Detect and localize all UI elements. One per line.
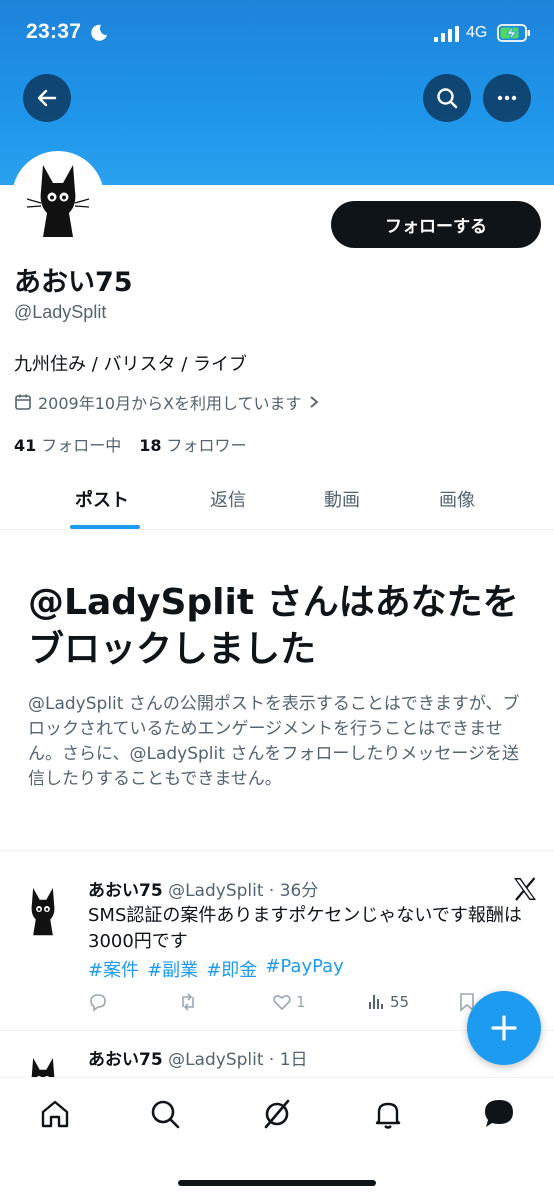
joined-date-row[interactable]: 2009年10月からXを利用しています	[14, 390, 320, 414]
calendar-icon	[15, 394, 31, 410]
bell-icon	[375, 1102, 401, 1129]
tweet-author-name[interactable]: あおい75	[88, 881, 163, 901]
tab-images[interactable]: 画像	[439, 486, 475, 512]
profile-bio: 九州住み / バリスタ / ライブ	[14, 354, 248, 375]
more-dots-icon	[497, 95, 517, 101]
like-button[interactable]: 1	[272, 992, 306, 1012]
repost-button[interactable]	[178, 992, 198, 1012]
more-options-button[interactable]	[483, 74, 531, 122]
status-bar: 23:37 4G	[0, 0, 554, 70]
cellular-signal-icon	[434, 26, 459, 42]
home-icon	[41, 1100, 69, 1128]
search-icon	[437, 88, 458, 109]
followers-count: 18	[139, 436, 162, 455]
tweet-hashtags: #案件 #副業 #即金 #PayPay	[88, 956, 344, 982]
grok-icon	[264, 1099, 290, 1129]
nav-messages[interactable]	[479, 1094, 519, 1134]
nav-home[interactable]	[35, 1094, 75, 1134]
tweet-author-name[interactable]: あおい75	[88, 1050, 163, 1070]
black-cat-avatar-image	[31, 1057, 55, 1077]
followers-link[interactable]: 18 フォロワー	[139, 432, 246, 456]
tab-videos[interactable]: 動画	[324, 486, 360, 512]
following-label: フォロー中	[41, 436, 122, 455]
profile-display-name: あおい75	[14, 267, 133, 298]
hashtag-link[interactable]: #PayPay	[265, 956, 344, 982]
tweet-header: あおい75 @LadySplit · 36分	[88, 876, 318, 901]
black-cat-avatar-image	[31, 887, 55, 936]
active-tab-indicator	[70, 525, 140, 529]
back-button[interactable]	[23, 74, 71, 122]
tweet-handle-time: @LadySplit · 36分	[168, 881, 319, 901]
section-divider	[0, 850, 554, 851]
joined-date-text: 2009年10月からXを利用しています	[38, 394, 302, 413]
follow-button[interactable]: フォローする	[331, 201, 541, 248]
network-type: 4G	[466, 24, 488, 41]
follow-stats: 41 フォロー中 18 フォロワー	[14, 432, 247, 456]
repost-icon	[182, 993, 194, 1011]
views-count: 55	[390, 993, 410, 1011]
arrow-left-icon	[37, 89, 57, 107]
blocked-description: @LadySplit さんの公開ポストを表示することはできますが、ブロックされて…	[28, 694, 520, 789]
followers-label: フォロワー	[166, 436, 247, 455]
views-chart-icon	[369, 995, 383, 1009]
search-button[interactable]	[423, 74, 471, 122]
heart-icon	[273, 995, 291, 1011]
tab-posts[interactable]: ポスト	[75, 486, 129, 512]
profile-avatar[interactable]	[12, 151, 104, 243]
home-indicator-bar	[178, 1180, 376, 1186]
following-link[interactable]: 41 フォロー中	[14, 432, 121, 456]
messages-icon	[485, 1100, 513, 1127]
tweet-header: あおい75 @LadySplit · 1日	[88, 1045, 308, 1070]
following-count: 41	[14, 436, 37, 455]
nav-search[interactable]	[145, 1094, 185, 1134]
profile-handle: @LadySplit	[14, 302, 107, 322]
search-icon	[151, 1100, 180, 1129]
reply-button[interactable]	[88, 992, 108, 1012]
compose-post-button[interactable]	[467, 991, 541, 1065]
tweet-handle-time: @LadySplit · 1日	[168, 1050, 308, 1070]
black-cat-avatar-image	[26, 165, 90, 237]
tweet-avatar[interactable]	[12, 1048, 74, 1077]
nav-notifications[interactable]	[368, 1094, 408, 1134]
tweet-item[interactable]: あおい75 @LadySplit · 36分 SMS認証の案件ありますポケセンじ…	[0, 870, 554, 1030]
tweet-actions: 1 55	[88, 992, 488, 1016]
hashtag-link[interactable]: #副業	[147, 956, 198, 982]
chevron-right-icon	[309, 396, 318, 408]
hashtag-link[interactable]: #案件	[88, 956, 139, 982]
tweet-text: SMS認証の案件ありますポケセンじゃないです報酬は3000円です	[88, 905, 522, 953]
tweet-avatar[interactable]	[12, 878, 74, 940]
like-count: 1	[296, 993, 306, 1011]
hashtag-link[interactable]: #即金	[206, 956, 257, 982]
battery-charging-icon	[497, 24, 530, 42]
views-button[interactable]: 55	[366, 992, 409, 1012]
moon-icon	[91, 24, 107, 41]
status-time: 23:37	[26, 20, 82, 43]
nav-grok[interactable]	[257, 1094, 297, 1134]
reply-icon	[90, 994, 106, 1012]
profile-tabs: ポスト 返信 動画 画像	[0, 470, 554, 530]
x-logo-icon	[514, 877, 536, 901]
plus-icon	[491, 1015, 517, 1041]
blocked-title: @LadySplit さんはあなたをブロックしました	[28, 582, 519, 670]
tab-replies[interactable]: 返信	[210, 486, 246, 512]
